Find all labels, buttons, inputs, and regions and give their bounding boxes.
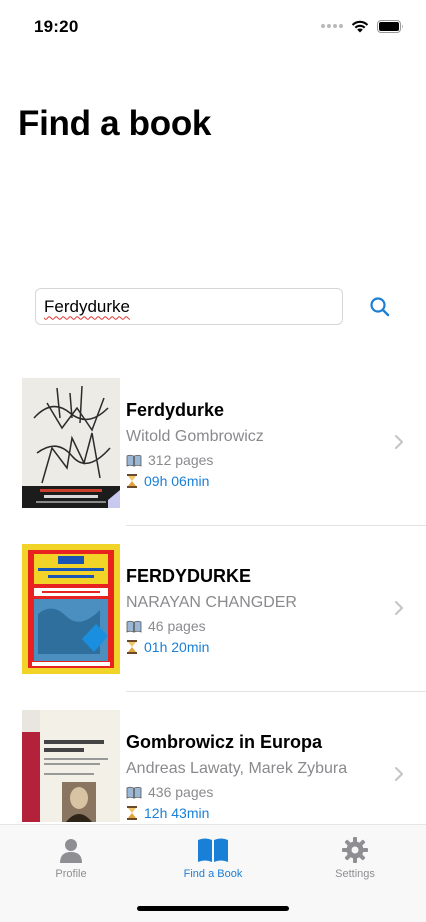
book-cover (22, 544, 120, 674)
book-author: Witold Gombrowicz (126, 428, 264, 445)
book-pages-text: 436 pages (148, 784, 214, 800)
person-icon (60, 839, 82, 863)
tab-label: Settings (335, 868, 375, 880)
book-pages-text: 312 pages (148, 452, 214, 468)
book-icon (126, 620, 142, 633)
chevron-right-icon (395, 767, 403, 781)
page-title: Find a book (18, 104, 212, 143)
status-bar: 19:20 (0, 0, 426, 54)
search-input[interactable]: Ferdydurke (35, 288, 343, 325)
book-author: Andreas Lawaty, Marek Zybura (126, 760, 348, 777)
book-title: FERDYDURKE (126, 566, 252, 586)
search-button[interactable] (368, 295, 392, 319)
tab-label: Find a Book (183, 868, 243, 880)
tab-find-a-book[interactable]: Find a Book (142, 837, 284, 880)
book-row[interactable]: Ferdydurke Witold Gombrowicz 312 pages 0… (0, 370, 426, 536)
book-duration: 01h 20min (126, 639, 209, 655)
book-duration: 09h 06min (126, 473, 209, 489)
status-time: 19:20 (34, 17, 79, 36)
book-author: NARAYAN CHANGDER (126, 594, 297, 611)
book-row[interactable]: FERDYDURKE NARAYAN CHANGDER 46 pages 01h… (0, 536, 426, 702)
wifi-icon (351, 20, 369, 33)
book-duration-text: 09h 06min (144, 473, 210, 489)
tab-label: Profile (55, 868, 87, 880)
status-icons (321, 19, 404, 33)
row-divider (126, 691, 426, 692)
book-title: Ferdydurke (126, 400, 225, 420)
tab-profile[interactable]: Profile (0, 837, 142, 880)
book-cover (22, 378, 120, 508)
hourglass-icon (127, 474, 137, 488)
gear-icon (342, 837, 368, 863)
book-icon (126, 454, 142, 467)
battery-icon (377, 19, 403, 33)
signal-dots-icon (321, 24, 343, 28)
book-pages: 436 pages (126, 784, 213, 800)
book-row[interactable]: Gombrowicz in Europa Andreas Lawaty, Mar… (0, 702, 426, 822)
home-indicator (137, 906, 289, 911)
book-duration-text: 01h 20min (144, 639, 210, 655)
book-list[interactable]: Ferdydurke Witold Gombrowicz 312 pages 0… (0, 370, 426, 822)
row-divider (126, 525, 426, 526)
book-title: Gombrowicz in Europa (126, 732, 323, 752)
book-duration: 12h 43min (126, 805, 209, 821)
book-pages-text: 46 pages (148, 618, 206, 634)
chevron-right-icon (395, 601, 403, 615)
chevron-right-icon (395, 435, 403, 449)
tab-settings[interactable]: Settings (284, 837, 426, 880)
search-input-value[interactable]: Ferdydurke (44, 297, 130, 317)
magnifier-icon (370, 297, 390, 317)
hourglass-icon (127, 640, 137, 654)
book-duration-text: 12h 43min (144, 805, 210, 821)
book-pages: 46 pages (126, 618, 206, 634)
book-icon (126, 786, 142, 799)
book-cover (22, 710, 120, 822)
hourglass-icon (127, 806, 137, 820)
open-book-icon (198, 838, 228, 862)
book-pages: 312 pages (126, 452, 213, 468)
